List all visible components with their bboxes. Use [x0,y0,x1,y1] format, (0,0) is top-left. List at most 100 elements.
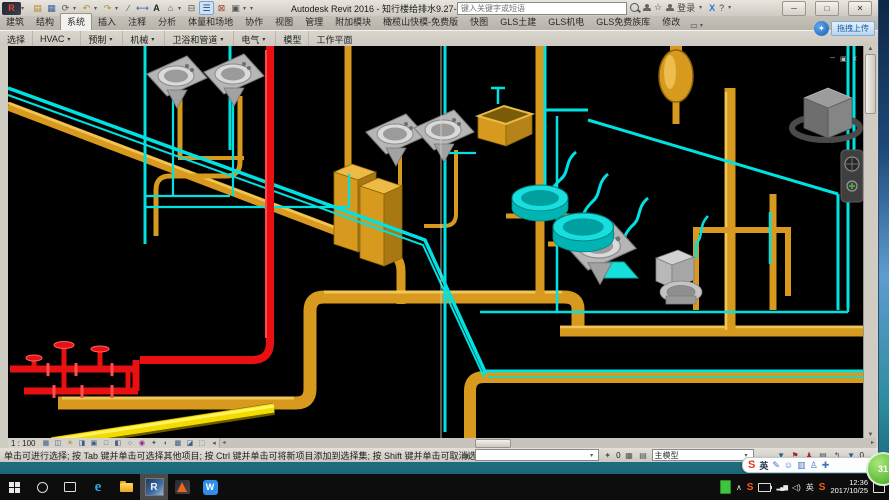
sogou-logo-icon[interactable]: S [748,459,755,471]
redo-dropdown-icon[interactable]: ▾ [115,5,121,12]
tab-glodon-modeling[interactable]: 橄榄山快模-免费版 [377,14,464,30]
sun-path-icon[interactable]: ☀ [64,439,75,448]
sync-central-icon[interactable]: ▦ [624,451,635,460]
collapse-bar-icon[interactable]: ◂ [208,439,219,448]
default-3d-view-icon[interactable]: ⌂ [164,2,177,14]
water-tank-boxes[interactable] [334,164,402,266]
app-menu-dropdown-icon[interactable]: ▾ [21,5,27,12]
shadows-icon[interactable]: ◨ [76,439,87,448]
sync-dropdown-icon[interactable]: ▾ [73,5,79,12]
tab-modify[interactable]: 修改 [656,14,686,30]
help-dropdown-icon[interactable]: ▾ [728,4,734,11]
switch-windows-dropdown-icon[interactable]: ▾ [243,5,249,12]
ribbon-overflow-dropdown-icon[interactable]: ▾ [700,22,706,29]
text-icon[interactable]: A [150,2,163,14]
search-icon[interactable] [630,3,639,12]
highlighted-main-pipe[interactable] [52,406,274,438]
constraints-icon[interactable]: ◪ [184,439,195,448]
upload-button[interactable]: 拖拽上传 [831,21,875,36]
scroll-left-icon[interactable]: ◂ [222,439,225,446]
view-restore-icon[interactable]: ▣ [840,55,847,63]
ime-mode-label[interactable]: 英 [759,459,768,472]
panel-model[interactable]: 模型 [276,31,309,47]
tab-structure[interactable]: 结构 [30,14,60,30]
tab-gls-family-library[interactable]: GLS免费族库 [590,14,656,30]
drain-trap-fitting[interactable] [659,46,693,102]
panel-select[interactable]: 选择 [0,31,33,47]
design-option-select[interactable]: 主模型 ▾ [652,449,754,461]
customize-qat-icon[interactable]: ▾ [250,5,256,12]
view-close-icon[interactable]: ✕ [852,55,858,63]
crop-view-icon[interactable]: □ [100,439,111,448]
navigation-bar[interactable] [841,150,863,202]
task-view-button[interactable] [56,474,84,500]
panel-plumbing[interactable]: 卫浴和管道▾ [165,31,234,47]
volume-icon[interactable]: ◁) [792,483,801,492]
tab-addins[interactable]: 附加模块 [329,14,377,30]
wps-button[interactable]: W [196,474,224,500]
panel-work-plane[interactable]: 工作平面 [309,31,359,47]
panel-mechanical[interactable]: 机械▾ [123,31,165,47]
start-button[interactable] [0,474,28,500]
section-icon[interactable]: ⊟ [185,2,198,14]
exchange-apps-icon[interactable]: X [709,3,715,13]
detail-level-icon[interactable]: ▦ [40,439,51,448]
horizontal-scrollbar[interactable]: ◂ ▸ [219,438,876,448]
tab-quick-draw[interactable]: 快图 [464,14,494,30]
infocenter-search-input[interactable] [458,4,626,13]
emoji-icon[interactable]: ☺ [784,460,793,470]
visual-style-icon[interactable]: ◫ [52,439,63,448]
ime-tray-label[interactable]: 英 [806,482,814,493]
revit-app-menu-button[interactable]: R [2,2,21,15]
horizontal-scroll-thumb[interactable] [475,439,511,448]
revit-taskbar-button[interactable]: R [140,474,168,500]
redo-icon[interactable]: ↷ [101,2,114,14]
network-signal-icon[interactable]: ▂▄▆ [776,484,786,491]
open-tank-box[interactable] [478,106,532,146]
3d-view-canvas[interactable] [8,46,863,438]
worksharing-display-icon[interactable]: ✦ [148,439,159,448]
minimize-button[interactable]: ─ [782,1,806,16]
viewcube[interactable] [792,88,860,140]
tab-massing-site[interactable]: 体量和场地 [182,14,239,30]
crop-region-icon[interactable]: ◧ [112,439,123,448]
subscription-icon[interactable] [643,4,650,11]
cad-app-button[interactable] [168,474,196,500]
pencil-icon[interactable]: ✎ [772,460,780,471]
favorites-star-icon[interactable]: ☆ [654,2,662,13]
temporary-hide-icon[interactable]: ○ [124,439,135,448]
tab-manage[interactable]: 管理 [299,14,329,30]
close-button[interactable]: ✕ [848,1,872,16]
temporary-view-properties-icon[interactable]: ◐ [160,439,171,448]
file-explorer-button[interactable] [112,474,140,500]
scroll-up-icon[interactable]: ▲ [868,46,874,52]
design-options-icon[interactable]: ▤ [638,451,649,460]
ribbon-state-toggle[interactable]: ▭ ▾ [690,21,706,30]
keyboard-icon[interactable]: ▥ [797,460,806,471]
tray-expand-icon[interactable]: ∧ [736,483,742,492]
aligned-dimension-icon[interactable]: ⟷ [136,2,149,14]
analytical-model-icon[interactable]: ▩ [172,439,183,448]
tab-insert[interactable]: 插入 [92,14,122,30]
battery-full-icon[interactable] [720,480,731,494]
panel-hvac[interactable]: HVAC▾ [33,31,81,47]
scroll-right-icon[interactable]: ▸ [871,439,874,446]
signin-label[interactable]: 登录 [677,1,695,14]
workset-lock-icon[interactable]: ▣ [461,451,472,460]
drawing-area[interactable]: ─ ▣ ✕ [8,46,863,438]
reveal-hidden-icon[interactable]: ◉ [136,439,147,448]
view-minimize-icon[interactable]: ─ [830,55,835,63]
person-icon[interactable]: ♙ [810,460,818,471]
skin-icon[interactable]: ✚ [822,460,830,471]
ribbon-overflow-icon[interactable]: ▭ [690,21,698,30]
tab-gls-mep[interactable]: GLS机电 [542,14,590,30]
3d-view-dropdown-icon[interactable]: ▾ [178,5,184,12]
thin-lines-icon[interactable]: ☰ [199,1,214,15]
save-icon[interactable]: ▦ [45,2,58,14]
tab-systems[interactable]: 系统 [60,13,92,30]
editing-requests-icon[interactable]: ✦ [602,451,613,460]
cortana-search-button[interactable] [28,474,56,500]
tab-annotate[interactable]: 注释 [122,14,152,30]
open-icon[interactable]: ▤ [31,2,44,14]
signin-dropdown-icon[interactable]: ▾ [699,4,705,11]
